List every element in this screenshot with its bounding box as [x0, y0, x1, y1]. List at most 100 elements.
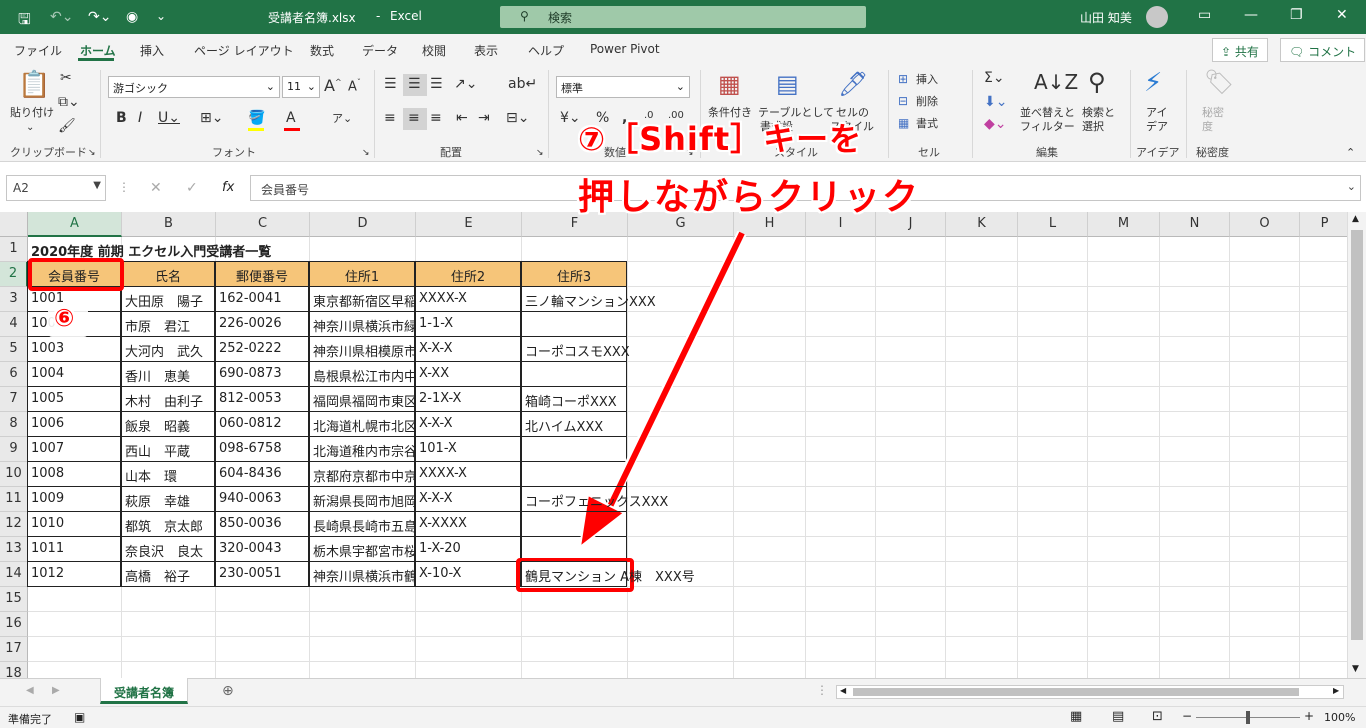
clipboard-launcher-icon[interactable]: ↘	[88, 148, 96, 158]
insert-function-icon[interactable]: fx	[222, 180, 234, 195]
borders-icon[interactable]: ⊞⌄	[200, 110, 223, 126]
table-cell[interactable]: XXXX-X	[415, 286, 521, 312]
insert-label[interactable]: 挿入	[916, 73, 938, 87]
format-as-table-icon[interactable]: ▤	[776, 70, 799, 98]
row-header-5[interactable]: 5	[0, 337, 28, 362]
tab-data[interactable]: データ	[362, 42, 398, 59]
format-painter-icon[interactable]: 🖌	[58, 118, 76, 134]
table-cell[interactable]: 栃木県宇都宮市桜	[309, 536, 415, 562]
table-cell[interactable]: 812-0053	[215, 386, 309, 412]
sort-filter-icon[interactable]: A↓Z	[1034, 70, 1078, 94]
tab-review[interactable]: 校閲	[422, 42, 446, 59]
fill-color-icon[interactable]: 🪣	[248, 110, 265, 126]
table-cell[interactable]: 1011	[27, 536, 121, 562]
ideas-label-1[interactable]: アイ	[1146, 106, 1167, 120]
tab-split-icon[interactable]: ⋮	[816, 683, 828, 697]
scroll-left-icon[interactable]: ◀	[840, 686, 846, 695]
tab-insert[interactable]: 挿入	[140, 42, 164, 59]
table-cell[interactable]: 230-0051	[215, 561, 309, 587]
table-cell[interactable]: 箱崎コーポXXX	[521, 386, 627, 412]
column-header-p[interactable]: P	[1300, 212, 1350, 237]
font-size-combo[interactable]: 11 ⌄	[282, 76, 320, 98]
row-header-9[interactable]: 9	[0, 437, 28, 462]
ribbon-display-icon[interactable]: ▭	[1198, 7, 1211, 23]
row-header-18[interactable]: 18	[0, 662, 28, 678]
hscroll-thumb[interactable]	[853, 688, 1299, 696]
conditional-format-icon[interactable]: ▦	[718, 70, 741, 98]
table-cell[interactable]: 新潟県長岡市旭岡	[309, 486, 415, 512]
delete-label[interactable]: 削除	[916, 95, 938, 109]
page-layout-view-icon[interactable]: ▤	[1112, 709, 1124, 724]
tab-file[interactable]: ファイル	[14, 42, 62, 59]
autosave-icon[interactable]: ◉	[126, 9, 138, 25]
align-top-icon[interactable]: ☰	[384, 76, 397, 92]
header-cell[interactable]: 氏名	[121, 261, 215, 287]
cell-styles-icon[interactable]: 🖊	[838, 70, 868, 98]
ideas-label-2[interactable]: デア	[1146, 120, 1168, 134]
name-box[interactable]: A2 ▼	[6, 175, 106, 201]
tab-help[interactable]: ヘルプ	[528, 42, 564, 59]
horizontal-scrollbar[interactable]: ◀ ▶	[836, 685, 1344, 699]
row-header-3[interactable]: 3	[0, 287, 28, 312]
table-cell[interactable]: 1004	[27, 361, 121, 387]
indent-decrease-icon[interactable]: ⇤	[456, 110, 468, 126]
table-cell[interactable]: 大田原 陽子	[121, 286, 215, 312]
table-cell[interactable]: 北海道札幌市北区	[309, 411, 415, 437]
table-cell[interactable]: 福岡県福岡市東区	[309, 386, 415, 412]
scroll-right-icon[interactable]: ▶	[1333, 686, 1339, 695]
row-header-12[interactable]: 12	[0, 512, 28, 537]
table-cell[interactable]: 098-6758	[215, 436, 309, 462]
tab-formulas[interactable]: 数式	[310, 42, 334, 59]
column-header-l[interactable]: L	[1018, 212, 1088, 237]
column-header-m[interactable]: M	[1088, 212, 1160, 237]
copy-icon[interactable]: ⧉⌄	[58, 94, 80, 110]
table-cell[interactable]: 226-0026	[215, 311, 309, 337]
table-cell[interactable]: 1003	[27, 336, 121, 362]
search-box[interactable]: ⚲ 検索	[500, 6, 866, 28]
table-cell[interactable]: 北海道稚内市宗谷	[309, 436, 415, 462]
table-cell[interactable]: コーポコスモXXX	[521, 336, 630, 362]
scroll-down-icon[interactable]: ▼	[1352, 664, 1359, 674]
indent-increase-icon[interactable]: ⇥	[478, 110, 490, 126]
table-cell[interactable]: 162-0041	[215, 286, 309, 312]
table-cell[interactable]: 北ハイムXXX	[521, 411, 627, 437]
align-middle-icon[interactable]: ☰	[408, 76, 421, 92]
row-header-8[interactable]: 8	[0, 412, 28, 437]
paste-icon[interactable]: 📋	[18, 70, 50, 100]
minimize-icon[interactable]: —	[1244, 7, 1258, 23]
column-header-b[interactable]: B	[122, 212, 216, 237]
table-cell[interactable]: 長崎県長崎市五島町	[309, 511, 415, 537]
new-sheet-icon[interactable]: ⊕	[222, 683, 234, 699]
font-launcher-icon[interactable]: ↘	[362, 148, 370, 158]
table-cell[interactable]: X-XX	[415, 361, 521, 387]
table-cell[interactable]: 2-1X-X	[415, 386, 521, 412]
tab-page-layout[interactable]: ページ レイアウト	[194, 42, 294, 59]
sort-filter-label-1[interactable]: 並べ替えと	[1020, 106, 1075, 120]
header-cell[interactable]: 郵便番号	[215, 261, 309, 287]
row-header-16[interactable]: 16	[0, 612, 28, 637]
paste-dropdown-icon[interactable]: ⌄	[26, 122, 34, 133]
align-bottom-icon[interactable]: ☰	[430, 76, 443, 92]
page-break-view-icon[interactable]: ⊡	[1152, 709, 1163, 724]
table-cell[interactable]: X-X-X	[415, 486, 521, 512]
normal-view-icon[interactable]: ▦	[1070, 709, 1082, 724]
table-cell[interactable]: X-X-X	[415, 336, 521, 362]
row-header-10[interactable]: 10	[0, 462, 28, 487]
table-cell[interactable]: 1-X-20	[415, 536, 521, 562]
column-header-n[interactable]: N	[1160, 212, 1230, 237]
column-header-a[interactable]: A	[28, 212, 122, 237]
redo-icon[interactable]: ↷⌄	[88, 9, 111, 25]
row-header-1[interactable]: 1	[0, 237, 28, 262]
column-header-c[interactable]: C	[216, 212, 310, 237]
table-cell[interactable]: 東京都新宿区早稲田	[309, 286, 415, 312]
macro-record-icon[interactable]: ▣	[74, 710, 85, 724]
scroll-up-icon[interactable]: ▲	[1352, 214, 1359, 224]
table-cell[interactable]: 940-0063	[215, 486, 309, 512]
paste-label[interactable]: 貼り付け	[10, 106, 54, 120]
wrap-text-icon[interactable]: ab↵	[508, 76, 537, 92]
table-cell[interactable]: 690-0873	[215, 361, 309, 387]
table-cell[interactable]: X-X-X	[415, 411, 521, 437]
format-label[interactable]: 書式	[916, 117, 938, 131]
table-cell[interactable]: 香川 恵美	[121, 361, 215, 387]
italic-icon[interactable]: I	[138, 110, 142, 126]
